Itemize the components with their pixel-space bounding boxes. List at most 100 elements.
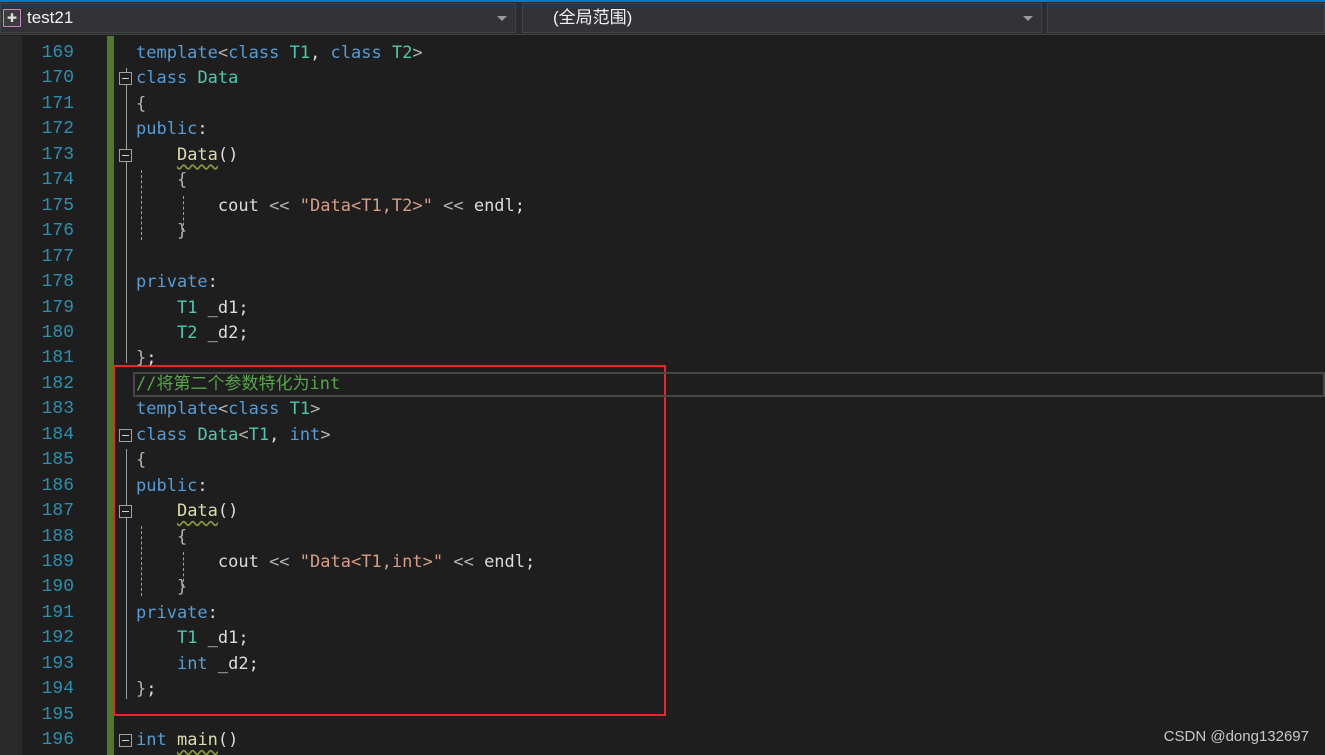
collapse-icon[interactable] xyxy=(119,734,132,748)
collapse-icon[interactable] xyxy=(119,72,132,86)
code-line[interactable]: 194}; xyxy=(0,677,1325,702)
type-token: T1 xyxy=(176,297,198,318)
code-line[interactable]: 172 public: xyxy=(0,117,1325,142)
code-line[interactable]: 179 T1 _d1; xyxy=(0,296,1325,321)
line-number: 183 xyxy=(41,399,74,420)
bracket-token: } xyxy=(176,221,188,242)
function-token: main xyxy=(176,730,218,751)
function-token: Data xyxy=(176,144,218,165)
keyword-token: int xyxy=(136,730,167,751)
code-line[interactable]: 191 private: xyxy=(0,601,1325,626)
bracket-token: << xyxy=(453,552,474,572)
code-line[interactable]: 177 xyxy=(0,245,1325,270)
code-editor[interactable]: CSDN @dong132697 169 template<class T1, c… xyxy=(0,36,1325,755)
code-token: () xyxy=(217,501,239,522)
line-number: 175 xyxy=(41,195,74,216)
keyword-token: int xyxy=(289,424,321,445)
line-number: 173 xyxy=(41,144,74,165)
code-text: template<class T1, class T2> xyxy=(136,41,423,66)
code-line[interactable]: 187 Data() xyxy=(0,499,1325,524)
code-token: () xyxy=(217,730,239,751)
type-token: T2 xyxy=(391,43,413,63)
code-text: class Data xyxy=(136,66,238,91)
code-line[interactable]: 196 int main() xyxy=(0,728,1325,753)
code-line[interactable]: 176 } xyxy=(0,219,1325,244)
line-number: 192 xyxy=(41,628,74,649)
code-token: ; xyxy=(146,679,157,700)
navigation-bar: ✚ test21 (全局范围) xyxy=(0,2,1325,35)
code-text: T1 _d1; xyxy=(136,626,249,651)
type-token: T1 xyxy=(248,424,270,445)
code-line[interactable]: 185 { xyxy=(0,448,1325,473)
code-line[interactable]: 186 public: xyxy=(0,474,1325,499)
code-token: : xyxy=(207,602,218,623)
code-line[interactable]: 188 { xyxy=(0,525,1325,550)
code-token: : xyxy=(197,119,208,140)
bracket-token: } xyxy=(136,679,147,700)
project-icon: ✚ xyxy=(3,9,21,27)
string-token: "Data<T1,int>" xyxy=(299,552,444,572)
line-number: 171 xyxy=(41,93,74,114)
collapse-icon[interactable] xyxy=(119,428,132,442)
scope-dropdown[interactable]: (全局范围) xyxy=(522,3,1042,33)
line-number: 179 xyxy=(41,297,74,318)
line-number: 184 xyxy=(41,424,74,445)
bracket-token: < xyxy=(217,399,229,420)
collapse-icon[interactable] xyxy=(119,505,132,519)
keyword-token: private xyxy=(136,602,208,623)
code-line[interactable]: 181}; xyxy=(0,346,1325,371)
code-line[interactable]: 182 //将第二个参数特化为int xyxy=(0,371,1325,397)
code-line[interactable]: 175 cout << "Data<T1,T2>" << endl; xyxy=(0,194,1325,219)
line-number: 196 xyxy=(41,730,74,751)
code-line[interactable]: 169 template<class T1, class T2> xyxy=(0,41,1325,66)
code-line[interactable]: 189 cout << "Data<T1,int>" << endl; xyxy=(0,550,1325,575)
code-text: T1 _d1; xyxy=(136,296,249,321)
code-line[interactable]: 192 T1 _d1; xyxy=(0,626,1325,651)
code-text: private: xyxy=(136,601,218,626)
code-line[interactable]: 180 T2 _d2; xyxy=(0,321,1325,346)
code-line[interactable]: 190 } xyxy=(0,575,1325,600)
member-dropdown[interactable] xyxy=(1047,3,1325,33)
line-number: 188 xyxy=(41,526,74,547)
code-text: T2 _d2; xyxy=(136,321,249,346)
chevron-down-icon xyxy=(1023,16,1033,21)
code-text: { xyxy=(136,168,187,193)
code-text: Data() xyxy=(136,143,238,168)
code-line[interactable]: 173 Data() xyxy=(0,143,1325,168)
comment-token: //将第二个参数特化为int xyxy=(136,373,341,394)
chevron-down-icon xyxy=(497,16,507,21)
type-token: T1 xyxy=(289,399,311,420)
code-token: _d1; xyxy=(197,628,249,649)
code-token: , xyxy=(269,424,290,445)
line-number: 186 xyxy=(41,475,74,496)
code-line[interactable]: 183 template<class T1> xyxy=(0,397,1325,422)
code-token: , xyxy=(310,43,331,63)
code-line[interactable]: 174 { xyxy=(0,168,1325,193)
line-number: 189 xyxy=(41,552,74,572)
line-number: 193 xyxy=(41,653,74,674)
code-token: _d2; xyxy=(197,322,249,343)
code-line[interactable]: 195 xyxy=(0,703,1325,728)
collapse-icon[interactable] xyxy=(119,148,132,162)
line-number: 178 xyxy=(41,272,74,293)
code-line[interactable]: 193 int _d2; xyxy=(0,652,1325,677)
code-line[interactable]: 184 class Data<T1, int> xyxy=(0,423,1325,448)
code-text: int main() xyxy=(136,728,238,753)
code-text: //将第二个参数特化为int xyxy=(136,372,340,397)
code-token: cout xyxy=(136,552,270,572)
code-text: template<class T1> xyxy=(136,397,320,422)
code-line[interactable]: 178 private: xyxy=(0,270,1325,295)
line-number: 195 xyxy=(41,704,74,725)
code-line[interactable]: 170 class Data xyxy=(0,66,1325,91)
code-line[interactable]: 171 { xyxy=(0,92,1325,117)
keyword-token: int xyxy=(176,653,208,674)
code-token: _d2; xyxy=(207,653,259,674)
keyword-token: class xyxy=(228,399,280,420)
project-dropdown[interactable]: ✚ test21 xyxy=(0,3,516,33)
